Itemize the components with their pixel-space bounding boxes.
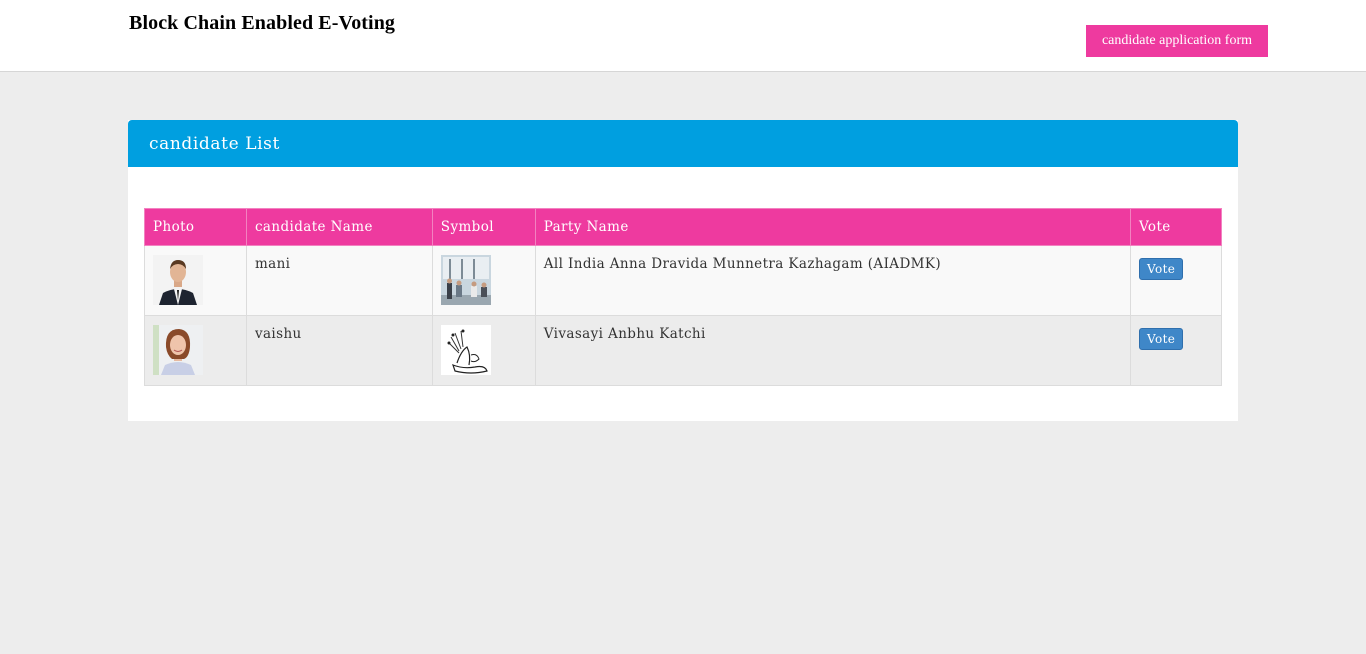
photo-cell <box>144 315 247 386</box>
panel-title: candidate List <box>149 133 280 154</box>
vote-cell: Vote <box>1130 245 1222 316</box>
candidate-application-form-button[interactable]: candidate application form <box>1086 25 1268 57</box>
vote-cell: Vote <box>1130 315 1222 386</box>
candidate-photo-female <box>153 325 203 375</box>
candidate-name-cell: vaishu <box>245 315 433 386</box>
column-header-symbol: Symbol <box>431 208 536 246</box>
candidate-name-cell: mani <box>245 245 433 316</box>
candidate-table: Photo candidate Name Symbol Party Name V… <box>144 208 1222 386</box>
symbol-cell <box>431 315 536 386</box>
party-name-cell: Vivasayi Anbhu Katchi <box>534 315 1132 386</box>
party-symbol-image <box>440 325 491 375</box>
panel-heading: candidate List <box>128 120 1238 167</box>
party-symbol-image <box>440 255 491 305</box>
column-header-party-name: Party Name <box>534 208 1132 246</box>
vote-button[interactable]: Vote <box>1139 328 1184 350</box>
vote-button[interactable]: Vote <box>1139 258 1184 280</box>
symbol-cell <box>431 245 536 316</box>
site-brand[interactable]: Block Chain Enabled E-Voting <box>129 12 395 35</box>
table-row: mani All India Anna Dravida Munnetra Kaz… <box>144 245 1222 316</box>
table-row: vaishu Vivasayi Anbhu Katchi Vote <box>144 315 1222 386</box>
party-name-cell: All India Anna Dravida Munnetra Kazhagam… <box>534 245 1132 316</box>
column-header-photo: Photo <box>144 208 247 246</box>
column-header-vote: Vote <box>1130 208 1222 246</box>
table-header-row: Photo candidate Name Symbol Party Name V… <box>144 208 1222 246</box>
candidate-photo-male <box>153 255 203 305</box>
column-header-candidate-name: candidate Name <box>245 208 433 246</box>
photo-cell <box>144 245 247 316</box>
top-navbar: Block Chain Enabled E-Voting candidate a… <box>0 0 1366 72</box>
candidate-list-panel: candidate List Photo candidate Name Symb… <box>128 120 1238 421</box>
